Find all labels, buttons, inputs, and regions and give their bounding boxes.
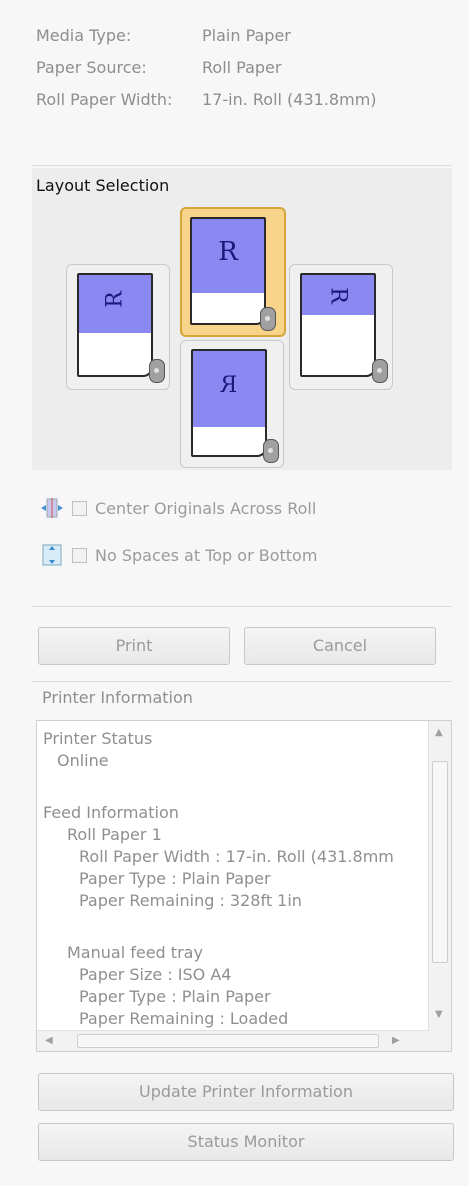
list-item: Paper Type : Plain Paper	[79, 987, 271, 1006]
list-item: Paper Remaining : Loaded	[79, 1009, 289, 1028]
printer-information-heading: Printer Information	[42, 688, 193, 707]
vertical-scroll-thumb[interactable]	[432, 761, 448, 963]
paper-sheet-icon: R	[300, 273, 376, 377]
center-align-icon	[41, 498, 63, 518]
divider	[32, 681, 452, 682]
paper-source-label: Paper Source:	[36, 58, 147, 77]
roll-curl-icon	[260, 307, 276, 331]
layout-selection-title: Layout Selection	[36, 176, 170, 195]
horizontal-scroll-thumb[interactable]	[77, 1034, 379, 1048]
list-item: Feed Information	[43, 803, 179, 822]
paper-sheet-icon: R	[77, 273, 153, 377]
scroll-down-icon[interactable]: ▼	[435, 1009, 443, 1020]
scroll-up-icon[interactable]: ▲	[435, 727, 443, 738]
list-item: Manual feed tray	[67, 943, 203, 962]
roll-curl-icon	[149, 359, 165, 383]
scroll-right-icon[interactable]: ▶	[392, 1035, 400, 1046]
printer-information-list[interactable]: Printer Status Online Feed Information R…	[36, 720, 452, 1052]
no-spaces-label[interactable]: No Spaces at Top or Bottom	[95, 546, 317, 565]
roll-curl-icon	[263, 439, 279, 463]
layout-letter: R	[325, 287, 351, 304]
center-originals-label[interactable]: Center Originals Across Roll	[95, 499, 316, 518]
list-item: Online	[57, 751, 109, 770]
list-item: Paper Remaining : 328ft 1in	[79, 891, 302, 910]
horizontal-scrollbar[interactable]: ◀ ▶	[37, 1030, 429, 1051]
layout-option-right[interactable]: R	[289, 264, 393, 390]
roll-curl-icon	[372, 359, 388, 383]
layout-option-left[interactable]: R	[66, 264, 170, 390]
paper-sheet-icon: R	[191, 349, 267, 457]
list-item: Printer Status	[43, 729, 153, 748]
paper-source-row: Paper Source: Roll Paper	[36, 58, 281, 77]
roll-width-value: 17-in. Roll (431.8mm)	[202, 90, 377, 109]
update-printer-information-button[interactable]: Update Printer Information	[38, 1073, 454, 1111]
divider	[32, 165, 452, 166]
paper-source-value: Roll Paper	[202, 58, 282, 77]
scrollbar-corner	[429, 1031, 451, 1051]
layout-letter: R	[220, 373, 238, 398]
print-button[interactable]: Print	[38, 627, 230, 665]
media-type-value: Plain Paper	[202, 26, 291, 45]
layout-option-top-selected[interactable]: R	[180, 207, 286, 337]
no-spaces-checkbox[interactable]	[72, 547, 87, 563]
status-monitor-button[interactable]: Status Monitor	[38, 1123, 454, 1161]
paper-sheet-icon: R	[190, 217, 266, 325]
roll-width-row: Roll Paper Width: 17-in. Roll (431.8mm)	[36, 90, 377, 109]
list-item: Paper Size : ISO A4	[79, 965, 232, 984]
center-originals-row: Center Originals Across Roll	[40, 496, 316, 520]
no-spaces-icon	[42, 544, 62, 566]
center-originals-checkbox[interactable]	[72, 500, 87, 516]
cancel-button[interactable]: Cancel	[244, 627, 436, 665]
media-type-row: Media Type: Plain Paper	[36, 26, 291, 45]
scroll-left-icon[interactable]: ◀	[45, 1035, 53, 1046]
list-item: Roll Paper 1	[67, 825, 162, 844]
layout-letter: R	[218, 237, 238, 267]
media-type-label: Media Type:	[36, 26, 132, 45]
no-spaces-row: No Spaces at Top or Bottom	[40, 542, 317, 568]
list-item: Paper Type : Plain Paper	[79, 869, 271, 888]
list-item: Roll Paper Width : 17-in. Roll (431.8mm	[79, 847, 394, 866]
divider	[32, 606, 452, 607]
layout-letter: R	[102, 291, 128, 308]
layout-option-bottom[interactable]: R	[180, 340, 284, 468]
roll-width-label: Roll Paper Width:	[36, 90, 173, 109]
vertical-scrollbar[interactable]: ▲ ▼	[428, 721, 451, 1031]
